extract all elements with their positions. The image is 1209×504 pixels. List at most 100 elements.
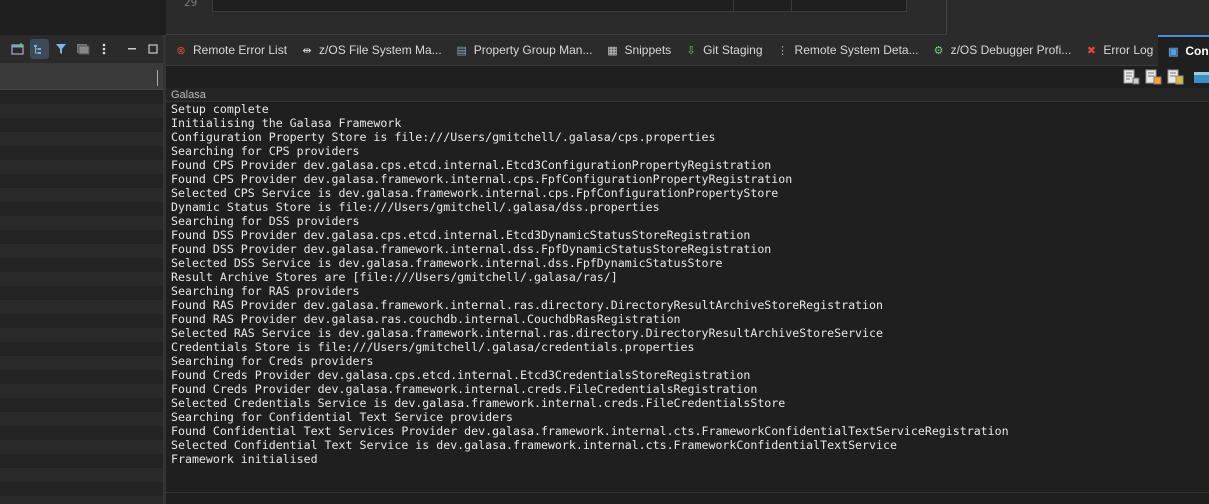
remote-system-icon: ⋮ [777, 44, 789, 57]
console-line: Selected Confidential Text Service is de… [171, 438, 897, 452]
console-view: ⊗ Remote Error List ⇹ z/OS File System Ma..… [166, 34, 1209, 504]
left-panel-list [0, 64, 163, 504]
clear-console-icon[interactable] [1123, 69, 1140, 85]
console-toolbar [166, 66, 1209, 88]
console-line: Searching for CPS providers [171, 144, 360, 158]
console-line: Found CPS Provider dev.galasa.framework.… [171, 172, 793, 186]
list-row[interactable] [0, 230, 163, 244]
tab-remote-error[interactable]: ⊗ Remote Error List [166, 35, 292, 66]
list-row[interactable] [0, 454, 163, 468]
console-line: Dynamic Status Store is file:///Users/gm… [171, 200, 660, 214]
list-row[interactable] [0, 300, 163, 314]
console-line: Setup complete [171, 102, 269, 116]
console-line: Selected DSS Service is dev.galasa.frame… [171, 256, 723, 270]
property-group-icon: ▤ [456, 44, 467, 57]
view-tab-bar: ⊗ Remote Error List ⇹ z/OS File System Ma..… [166, 34, 1209, 66]
tab-remote-system[interactable]: ⋮ Remote System Deta... [768, 35, 924, 66]
list-row[interactable] [0, 440, 163, 454]
console-line: Initialising the Galasa Framework [171, 116, 402, 130]
tab-label: z/OS File System Ma... [319, 43, 442, 57]
new-window-icon[interactable] [8, 39, 28, 59]
line-number: 29 [184, 0, 198, 9]
tab-label: Remote System Deta... [794, 43, 919, 57]
list-row[interactable] [0, 482, 163, 496]
list-row[interactable] [0, 328, 163, 342]
list-row[interactable] [0, 272, 163, 286]
tab-label: z/OS Debugger Profi... [950, 43, 1072, 57]
maximize-icon[interactable] [143, 39, 163, 59]
filter-icon[interactable] [51, 39, 71, 59]
console-title: Galasa [166, 88, 1209, 102]
console-line: Found RAS Provider dev.galasa.ras.couchd… [171, 312, 681, 326]
console-line: Selected CPS Service is dev.galasa.frame… [171, 186, 779, 200]
editor-area[interactable] [212, 0, 907, 12]
pin-console-icon[interactable] [1193, 69, 1209, 85]
list-row[interactable] [0, 64, 163, 90]
collapse-icon[interactable] [73, 39, 93, 59]
list-row[interactable] [0, 426, 163, 440]
tab-error-log[interactable]: ✖ Error Log [1076, 35, 1158, 66]
top-right-pane [946, 0, 1209, 35]
console-line: Credentials Store is file:///Users/gmitc… [171, 340, 695, 354]
tab-label: Snippets [624, 43, 672, 57]
list-row[interactable] [0, 160, 163, 174]
tab-label: Remote Error List [193, 43, 288, 57]
console-line: Searching for Confidential Text Service … [171, 410, 514, 424]
console-line: Found Creds Provider dev.galasa.cps.etcd… [171, 368, 751, 382]
minimize-icon[interactable] [122, 39, 142, 59]
list-row[interactable] [0, 146, 163, 160]
list-row[interactable] [0, 104, 163, 118]
console-output[interactable]: Setup complete Initialising the Galasa Fr… [166, 102, 1209, 466]
console-line: Configuration Property Store is file:///… [171, 130, 716, 144]
console-line: Found DSS Provider dev.galasa.cps.etcd.i… [171, 228, 751, 242]
left-panel [0, 35, 163, 504]
console-line: Found RAS Provider dev.galasa.framework.… [171, 298, 883, 312]
list-row[interactable] [0, 118, 163, 132]
tab-snippets[interactable]: ▦ Snippets [597, 35, 676, 66]
scroll-lock-icon[interactable] [1145, 69, 1162, 85]
tab-zos-file[interactable]: ⇹ z/OS File System Ma... [292, 35, 447, 66]
tab-label: Property Group Man... [473, 43, 593, 57]
list-row[interactable] [0, 398, 163, 412]
snippets-icon: ▦ [607, 44, 618, 57]
link-editor-icon[interactable] [29, 39, 50, 59]
more-options-icon[interactable] [94, 39, 114, 59]
word-wrap-icon[interactable] [1167, 69, 1184, 85]
console-line: Found Creds Provider dev.galasa.framewor… [171, 382, 758, 396]
left-scrollbar[interactable] [157, 70, 158, 86]
list-row[interactable] [0, 468, 163, 482]
list-row[interactable] [0, 496, 163, 504]
list-row[interactable] [0, 258, 163, 272]
console-line: Framework initialised [171, 452, 318, 466]
console-line: Selected Credentials Service is dev.gala… [171, 396, 786, 410]
error-log-icon: ✖ [1086, 44, 1096, 57]
debugger-profile-icon: ⚙ [933, 44, 944, 57]
list-row[interactable] [0, 412, 163, 426]
editor-gutter: 29 [166, 0, 210, 14]
list-row[interactable] [0, 132, 163, 146]
tab-console[interactable]: ▣Console✕ [1158, 34, 1209, 66]
console-line: Found DSS Provider dev.galasa.framework.… [171, 242, 772, 256]
tab-label: Console [1185, 44, 1209, 58]
list-row[interactable] [0, 174, 163, 188]
git-staging-icon: ⇩ [686, 44, 696, 57]
list-row[interactable] [0, 356, 163, 370]
list-row[interactable] [0, 90, 163, 104]
list-row[interactable] [0, 370, 163, 384]
tab-property-group[interactable]: ▤ Property Group Man... [447, 35, 598, 66]
console-line: Result Archive Stores are [file:///Users… [171, 270, 618, 284]
console-line: Searching for DSS providers [171, 214, 360, 228]
tab-git-staging[interactable]: ⇩ Git Staging [676, 35, 767, 66]
zos-file-icon: ⇹ [302, 44, 312, 57]
left-panel-toolbar [0, 35, 163, 64]
tab-debugger-profile[interactable]: ⚙ z/OS Debugger Profi... [924, 35, 1077, 66]
list-row[interactable] [0, 188, 163, 202]
list-row[interactable] [0, 286, 163, 300]
list-row[interactable] [0, 384, 163, 398]
list-row[interactable] [0, 342, 163, 356]
list-row[interactable] [0, 202, 163, 216]
list-row[interactable] [0, 216, 163, 230]
list-row[interactable] [0, 244, 163, 258]
console-horizontal-scrollbar[interactable] [166, 492, 1209, 496]
list-row[interactable] [0, 314, 163, 328]
